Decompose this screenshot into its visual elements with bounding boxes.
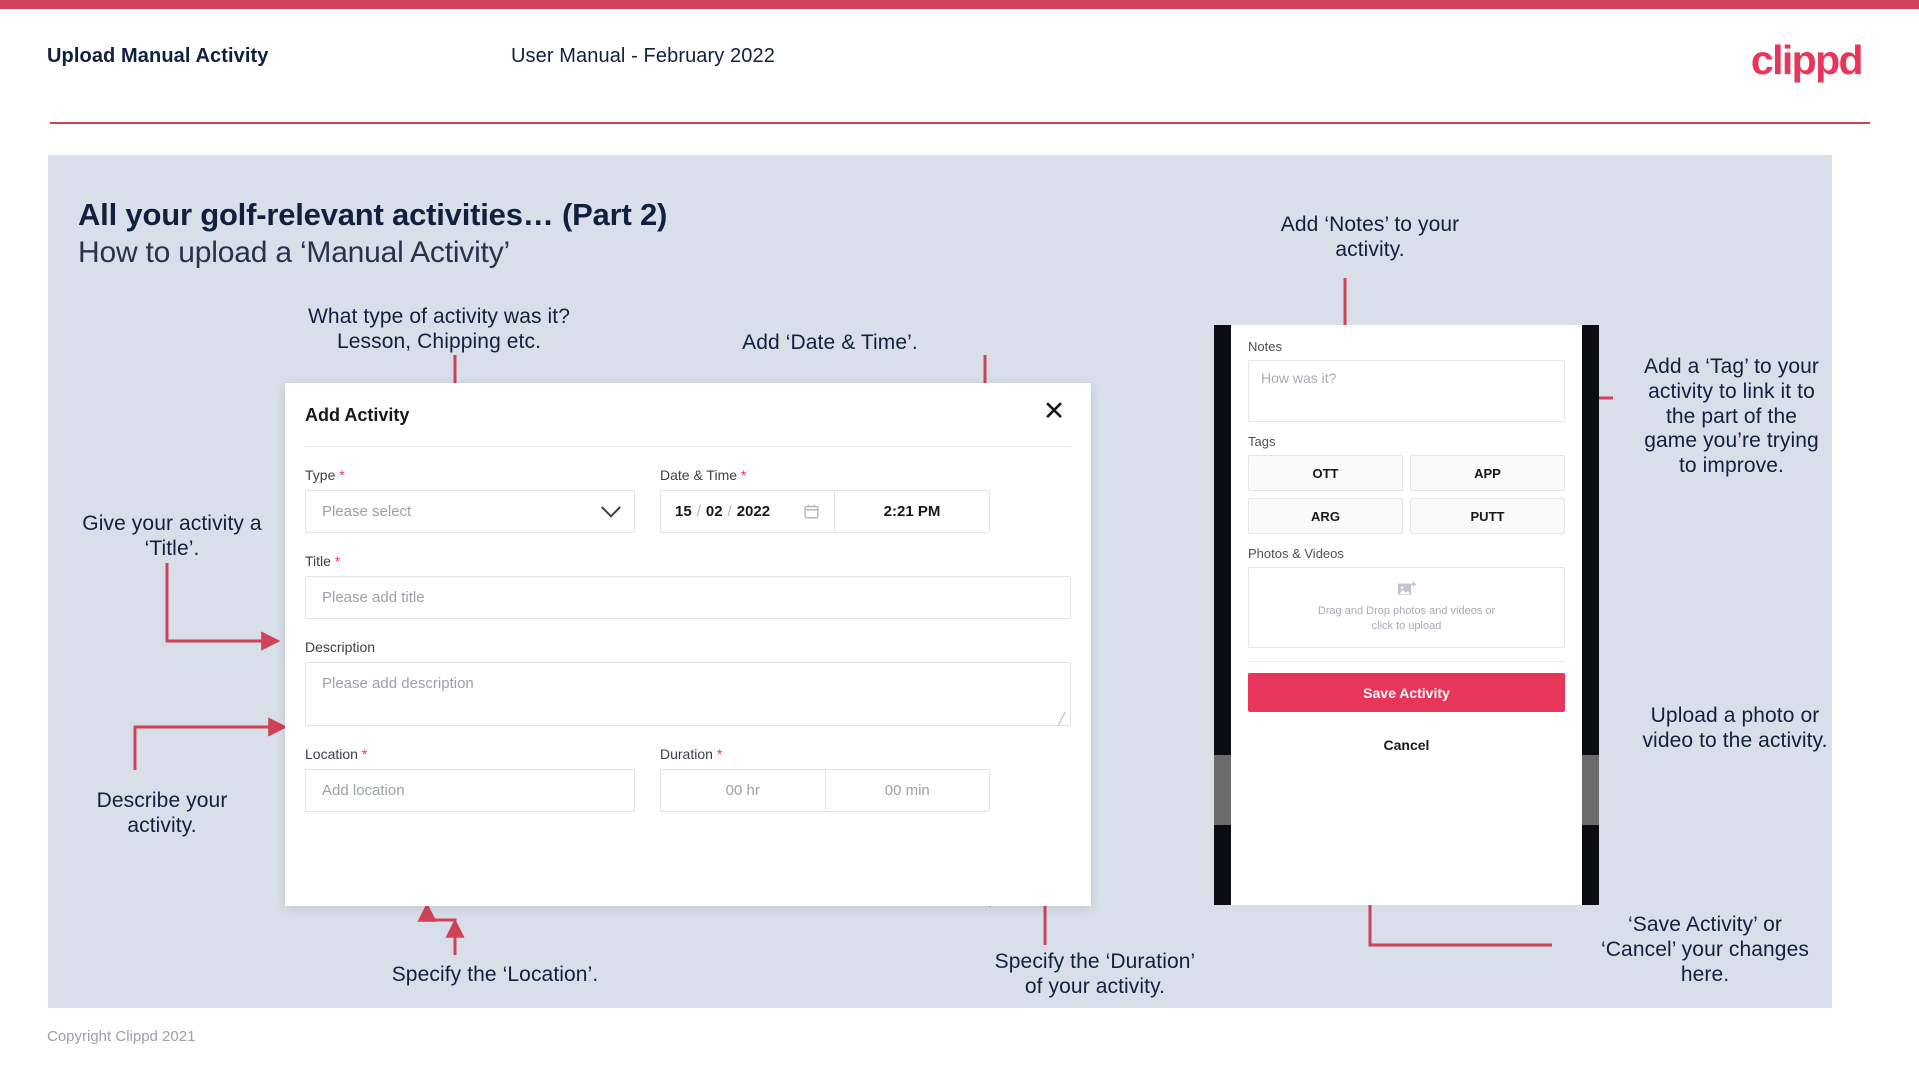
label-duration-text: Duration — [660, 746, 713, 762]
dialog-header: Add Activity ✕ — [285, 383, 1091, 447]
annotation-duration: Specify the ‘Duration’ of your activity. — [994, 950, 1196, 998]
location-input[interactable]: Add location — [305, 769, 635, 812]
date-year[interactable]: 2022 — [737, 503, 770, 520]
field-duration: Duration * 00 hr 00 min — [660, 746, 990, 812]
phone-bezel-right-lower — [1582, 825, 1599, 905]
phone-photos-label: Photos & Videos — [1248, 546, 1344, 561]
slide-title: All your golf-relevant activities… (Part… — [78, 197, 668, 232]
phone-screen: Notes How was it? Tags OTT APP ARG PUTT … — [1231, 325, 1582, 905]
type-select[interactable]: Please select — [305, 490, 635, 533]
title-input[interactable]: Please add title — [305, 576, 1071, 619]
phone-scrollbar-left[interactable] — [1214, 755, 1231, 825]
tag-button-putt[interactable]: PUTT — [1410, 498, 1565, 534]
label-location: Location * — [305, 746, 635, 762]
header-divider — [50, 122, 1870, 124]
phone-tags-label: Tags — [1248, 434, 1276, 449]
dropzone-text: Drag and Drop photos and videos or click… — [1318, 604, 1495, 634]
phone-mockup: Notes How was it? Tags OTT APP ARG PUTT … — [1214, 325, 1599, 905]
label-title: Title * — [305, 553, 1071, 569]
required-marker: * — [339, 467, 345, 483]
annotation-notes: Add ‘Notes’ to your activity. — [1280, 213, 1460, 261]
annotation-description: Describe your activity. — [96, 789, 228, 837]
phone-divider — [1248, 661, 1565, 662]
duration-minutes-input[interactable]: 00 min — [824, 770, 990, 811]
slide-root: Upload Manual Activity User Manual - Feb… — [0, 0, 1919, 1079]
dialog-title: Add Activity — [305, 405, 410, 425]
required-marker: * — [740, 467, 747, 483]
duration-hours-input[interactable]: 00 hr — [661, 770, 825, 811]
annotation-type: What type of activity was it? Lesson, Chi… — [308, 305, 570, 353]
label-datetime: Date & Time * — [660, 467, 990, 483]
label-description: Description — [305, 639, 376, 655]
field-datetime: Date & Time * 15 / 02 / 2022 2:21 PM — [660, 467, 990, 533]
calendar-icon[interactable] — [803, 503, 820, 520]
clippd-logo: clippd — [1750, 37, 1864, 83]
label-type-text: Type — [305, 467, 336, 483]
tag-button-ott[interactable]: OTT — [1248, 455, 1403, 491]
dialog-header-divider — [305, 446, 1071, 447]
phone-bezel-left — [1214, 325, 1231, 755]
datetime-group: 15 / 02 / 2022 2:21 PM — [660, 490, 990, 533]
phone-bezel-left-lower — [1214, 825, 1231, 905]
label-title-text: Title — [305, 553, 331, 569]
resize-grip-icon[interactable]: ╱ — [1058, 713, 1068, 725]
footer-copyright: Copyright Clippd 2021 — [47, 1028, 196, 1045]
tag-button-arg[interactable]: ARG — [1248, 498, 1403, 534]
required-marker: * — [361, 746, 368, 762]
description-placeholder: Please add description — [322, 675, 474, 692]
type-select-value: Please select — [322, 503, 412, 520]
photo-dropzone[interactable]: Drag and Drop photos and videos or click… — [1248, 567, 1565, 648]
annotation-save: ‘Save Activity’ or ‘Cancel’ your changes h… — [1601, 913, 1809, 986]
save-activity-button[interactable]: Save Activity — [1248, 673, 1565, 712]
annotation-tags: Add a ‘Tag’ to your activity to link it t… — [1643, 355, 1820, 478]
label-datetime-text: Date & Time — [660, 467, 738, 483]
label-duration: Duration * — [660, 746, 990, 762]
row-location-duration: Location * Add location Duration * 00 hr… — [305, 746, 1071, 812]
label-location-text: Location — [305, 746, 358, 762]
date-sep-1: / — [696, 503, 701, 520]
phone-tags-grid: OTT APP ARG PUTT — [1248, 455, 1565, 534]
description-textarea[interactable]: Please add description ╱ — [305, 662, 1071, 726]
header-title: Upload Manual Activity — [47, 45, 269, 67]
phone-bezel-right — [1582, 325, 1599, 755]
label-type: Type * — [305, 467, 635, 483]
add-image-icon — [1397, 581, 1416, 596]
phone-notes-label: Notes — [1248, 339, 1282, 354]
date-day[interactable]: 15 — [675, 503, 692, 520]
header-subtitle: User Manual - February 2022 — [511, 45, 775, 67]
field-title: Title * Please add title — [305, 553, 1071, 619]
required-marker: * — [716, 746, 723, 762]
slide-subtitle: How to upload a ‘Manual Activity’ — [78, 236, 510, 269]
field-type: Type * Please select — [305, 467, 635, 533]
tag-button-app[interactable]: APP — [1410, 455, 1565, 491]
phone-notes-input[interactable]: How was it? — [1248, 360, 1565, 422]
dropzone-text-line2: click to upload — [1371, 620, 1442, 632]
duration-group: 00 hr 00 min — [660, 769, 990, 812]
annotation-datetime: Add ‘Date & Time’. — [742, 331, 918, 354]
chevron-down-icon — [601, 497, 621, 518]
dropzone-text-line1: Drag and Drop photos and videos or — [1317, 605, 1496, 618]
required-marker: * — [334, 553, 341, 569]
row-type-datetime: Type * Please select Date & Time * 15 / … — [305, 467, 1071, 533]
dialog-body: Type * Please select Date & Time * 15 / … — [305, 467, 1071, 812]
close-icon[interactable]: ✕ — [1039, 397, 1069, 427]
date-input[interactable]: 15 / 02 / 2022 — [661, 491, 834, 532]
time-input[interactable]: 2:21 PM — [834, 491, 989, 532]
top-accent-strip — [0, 0, 1919, 9]
field-location: Location * Add location — [305, 746, 635, 812]
annotation-title: Give your activity a ‘Title’. — [82, 512, 262, 560]
add-activity-dialog: Add Activity ✕ Type * Please select Date… — [285, 383, 1091, 906]
annotation-location: Specify the ‘Location’. — [391, 963, 599, 986]
cancel-button[interactable]: Cancel — [1248, 737, 1565, 753]
phone-scrollbar-right[interactable] — [1582, 755, 1599, 825]
annotation-photos: Upload a photo or video to the activity. — [1642, 704, 1828, 752]
date-sep-2: / — [727, 503, 732, 520]
date-month[interactable]: 02 — [706, 503, 723, 520]
field-description: Description Please add description ╱ — [305, 639, 1071, 726]
